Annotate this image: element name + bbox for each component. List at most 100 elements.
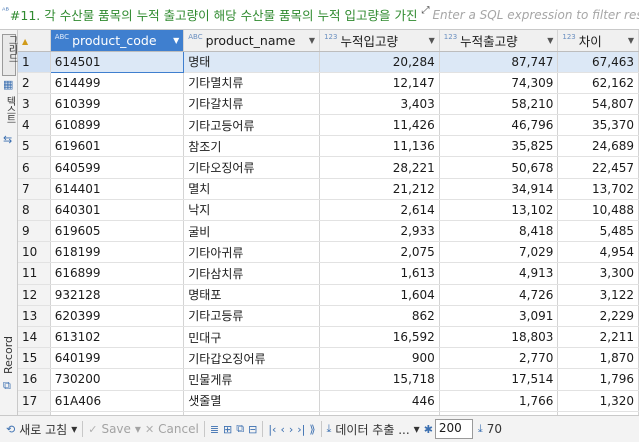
cell-product-name[interactable]: 기타멸치류 bbox=[183, 72, 321, 94]
last-page-icon[interactable]: ›| bbox=[297, 423, 305, 436]
table-row[interactable]: 10 618199 기타아귀류 2,075 7,029 4,954 bbox=[18, 241, 639, 264]
cell-outbound[interactable]: 34,914 bbox=[439, 178, 559, 200]
grid-icon[interactable]: ▦ bbox=[3, 78, 13, 91]
cell-inbound[interactable]: 3,403 bbox=[319, 93, 440, 116]
cell-inbound[interactable]: 446 bbox=[319, 390, 440, 412]
row-number[interactable]: 7 bbox=[18, 178, 51, 200]
table-row[interactable]: 3 610399 기타갈치류 3,403 58,210 54,807 bbox=[18, 93, 639, 116]
column-header-product-code[interactable]: ABC product_code ▼ bbox=[50, 30, 185, 52]
fetch-all-icon[interactable]: ⟫ bbox=[309, 423, 315, 436]
expand-icon[interactable]: ⤢ bbox=[421, 5, 429, 16]
table-row[interactable]: 2 614499 기타멸치류 12,147 74,309 62,162 bbox=[18, 72, 639, 94]
sort-caret-icon[interactable]: ▼ bbox=[429, 36, 435, 45]
cell-diff[interactable]: 54,807 bbox=[557, 93, 639, 116]
row-number[interactable]: 16 bbox=[18, 368, 51, 391]
save-icon[interactable]: ✓ bbox=[88, 423, 97, 436]
cell-inbound[interactable]: 28,221 bbox=[319, 156, 440, 179]
cell-inbound[interactable]: 16,592 bbox=[319, 326, 440, 349]
table-row[interactable]: 17 61A406 샛줄멸 446 1,766 1,320 bbox=[18, 390, 639, 412]
cell-outbound[interactable]: 58,210 bbox=[439, 93, 559, 116]
text-icon[interactable]: ⇆ bbox=[3, 133, 12, 146]
row-number[interactable]: 11 bbox=[18, 262, 51, 285]
row-number[interactable]: 8 bbox=[18, 199, 51, 222]
cell-diff[interactable]: 1,320 bbox=[557, 390, 639, 412]
cell-outbound[interactable]: 46,796 bbox=[439, 114, 559, 137]
cell-product-code[interactable]: 610899 bbox=[50, 114, 185, 137]
settings-icon[interactable]: ✱ bbox=[424, 423, 433, 436]
cell-product-code[interactable]: 619605 bbox=[50, 220, 185, 243]
cell-outbound[interactable]: 17,514 bbox=[439, 368, 559, 391]
cell-product-code[interactable]: 640599 bbox=[50, 156, 185, 179]
cell-diff[interactable]: 1,870 bbox=[557, 347, 639, 370]
cell-inbound[interactable]: 11,136 bbox=[319, 135, 440, 158]
cell-inbound[interactable]: 2,075 bbox=[319, 241, 440, 264]
cell-product-code[interactable]: 640199 bbox=[50, 347, 185, 370]
cell-product-name[interactable]: 기타고등류 bbox=[183, 305, 321, 327]
table-row[interactable]: 13 620399 기타고등류 862 3,091 2,229 bbox=[18, 305, 639, 327]
table-row[interactable]: 14 613102 민대구 16,592 18,803 2,211 bbox=[18, 326, 639, 349]
cell-inbound[interactable]: 2,614 bbox=[319, 199, 440, 222]
fetch-size-input[interactable]: 200 bbox=[434, 419, 473, 439]
cell-diff[interactable]: 3,300 bbox=[557, 262, 639, 285]
cancel-icon[interactable]: ✕ bbox=[145, 423, 154, 436]
cell-outbound[interactable]: 8,418 bbox=[439, 220, 559, 243]
export-dropdown-icon[interactable]: ▾ bbox=[414, 422, 420, 436]
delete-row-icon[interactable]: ⊟ bbox=[248, 423, 257, 436]
sql-filter-bar[interactable]: ᴬᴮ #11. 각 수산물 품목의 누적 출고량이 해당 수산물 품목의 누적 … bbox=[0, 0, 639, 30]
cell-product-code[interactable]: 619601 bbox=[50, 135, 185, 158]
cell-diff[interactable]: 24,689 bbox=[557, 135, 639, 158]
cell-outbound[interactable]: 1,766 bbox=[439, 390, 559, 412]
row-number[interactable]: 3 bbox=[18, 93, 51, 116]
cell-outbound[interactable]: 13,102 bbox=[439, 199, 559, 222]
row-number[interactable]: 14 bbox=[18, 326, 51, 349]
cell-product-name[interactable]: 기타갑오징어류 bbox=[183, 347, 321, 370]
cell-product-code[interactable]: 614499 bbox=[50, 72, 185, 94]
cell-product-name[interactable]: 멸치 bbox=[183, 178, 321, 200]
cell-product-code[interactable]: 610399 bbox=[50, 93, 185, 116]
cell-diff[interactable]: 3,122 bbox=[557, 284, 639, 306]
result-grid[interactable]: ▲ ABC product_code ▼ ABC product_name ▼ 123 누… bbox=[18, 30, 639, 415]
cell-product-code[interactable]: 61A406 bbox=[50, 390, 185, 412]
cell-inbound[interactable]: 1,604 bbox=[319, 284, 440, 306]
cell-product-name[interactable]: 참조기 bbox=[183, 135, 321, 158]
save-dropdown-icon[interactable]: ▾ bbox=[135, 422, 141, 436]
cell-product-code[interactable]: 932128 bbox=[50, 284, 185, 306]
table-row[interactable]: 1 614501 명태 20,284 87,747 67,463 bbox=[18, 50, 639, 73]
cell-inbound[interactable]: 2,933 bbox=[319, 220, 440, 243]
row-number[interactable]: 10 bbox=[18, 241, 51, 264]
cell-outbound[interactable]: 35,825 bbox=[439, 135, 559, 158]
cell-inbound[interactable]: 862 bbox=[319, 305, 440, 327]
cell-product-name[interactable]: 샛줄멸 bbox=[183, 390, 321, 412]
cell-outbound[interactable]: 4,726 bbox=[439, 284, 559, 306]
export-icon[interactable]: ⤓ bbox=[327, 422, 332, 436]
cell-inbound[interactable]: 1,613 bbox=[319, 262, 440, 285]
cell-product-name[interactable]: 기타고등어류 bbox=[183, 114, 321, 137]
cell-outbound[interactable]: 2,770 bbox=[439, 347, 559, 370]
cell-diff[interactable]: 2,229 bbox=[557, 305, 639, 327]
table-row[interactable]: 7 614401 멸치 21,212 34,914 13,702 bbox=[18, 178, 639, 200]
copy-row-icon[interactable]: ⧉ bbox=[236, 422, 244, 436]
cell-product-name[interactable]: 굴비 bbox=[183, 220, 321, 243]
column-header-product-name[interactable]: ABC product_name ▼ bbox=[183, 30, 321, 52]
table-row[interactable]: 5 619601 참조기 11,136 35,825 24,689 bbox=[18, 135, 639, 158]
cell-outbound[interactable]: 7,029 bbox=[439, 241, 559, 264]
table-row[interactable]: 11 616899 기타삼치류 1,613 4,913 3,300 bbox=[18, 262, 639, 285]
refresh-button[interactable]: 새로 고침 bbox=[19, 421, 67, 438]
sql-filter-text[interactable]: #11. 각 수산물 품목의 누적 출고량이 해당 수산물 품목의 누적 입고량… bbox=[10, 5, 418, 24]
table-row[interactable]: 16 730200 민물게류 15,718 17,514 1,796 bbox=[18, 368, 639, 391]
cell-outbound[interactable]: 4,913 bbox=[439, 262, 559, 285]
refresh-dropdown-icon[interactable]: ▾ bbox=[71, 422, 77, 436]
cell-diff[interactable]: 1,796 bbox=[557, 368, 639, 391]
cell-diff[interactable]: 4,954 bbox=[557, 241, 639, 264]
sort-caret-icon[interactable]: ▼ bbox=[628, 36, 634, 45]
row-number[interactable]: 17 bbox=[18, 390, 51, 412]
table-row[interactable]: 9 619605 굴비 2,933 8,418 5,485 bbox=[18, 220, 639, 243]
cell-product-name[interactable]: 기타삼치류 bbox=[183, 262, 321, 285]
export-button[interactable]: 데이터 추출 ... bbox=[335, 421, 409, 438]
table-row[interactable]: 6 640599 기타오징어류 28,221 50,678 22,457 bbox=[18, 156, 639, 179]
cell-diff[interactable]: 35,370 bbox=[557, 114, 639, 137]
cell-product-code[interactable]: 616899 bbox=[50, 262, 185, 285]
cell-product-code[interactable]: 640301 bbox=[50, 199, 185, 222]
row-number[interactable]: 5 bbox=[18, 135, 51, 158]
row-number[interactable]: 12 bbox=[18, 284, 51, 306]
